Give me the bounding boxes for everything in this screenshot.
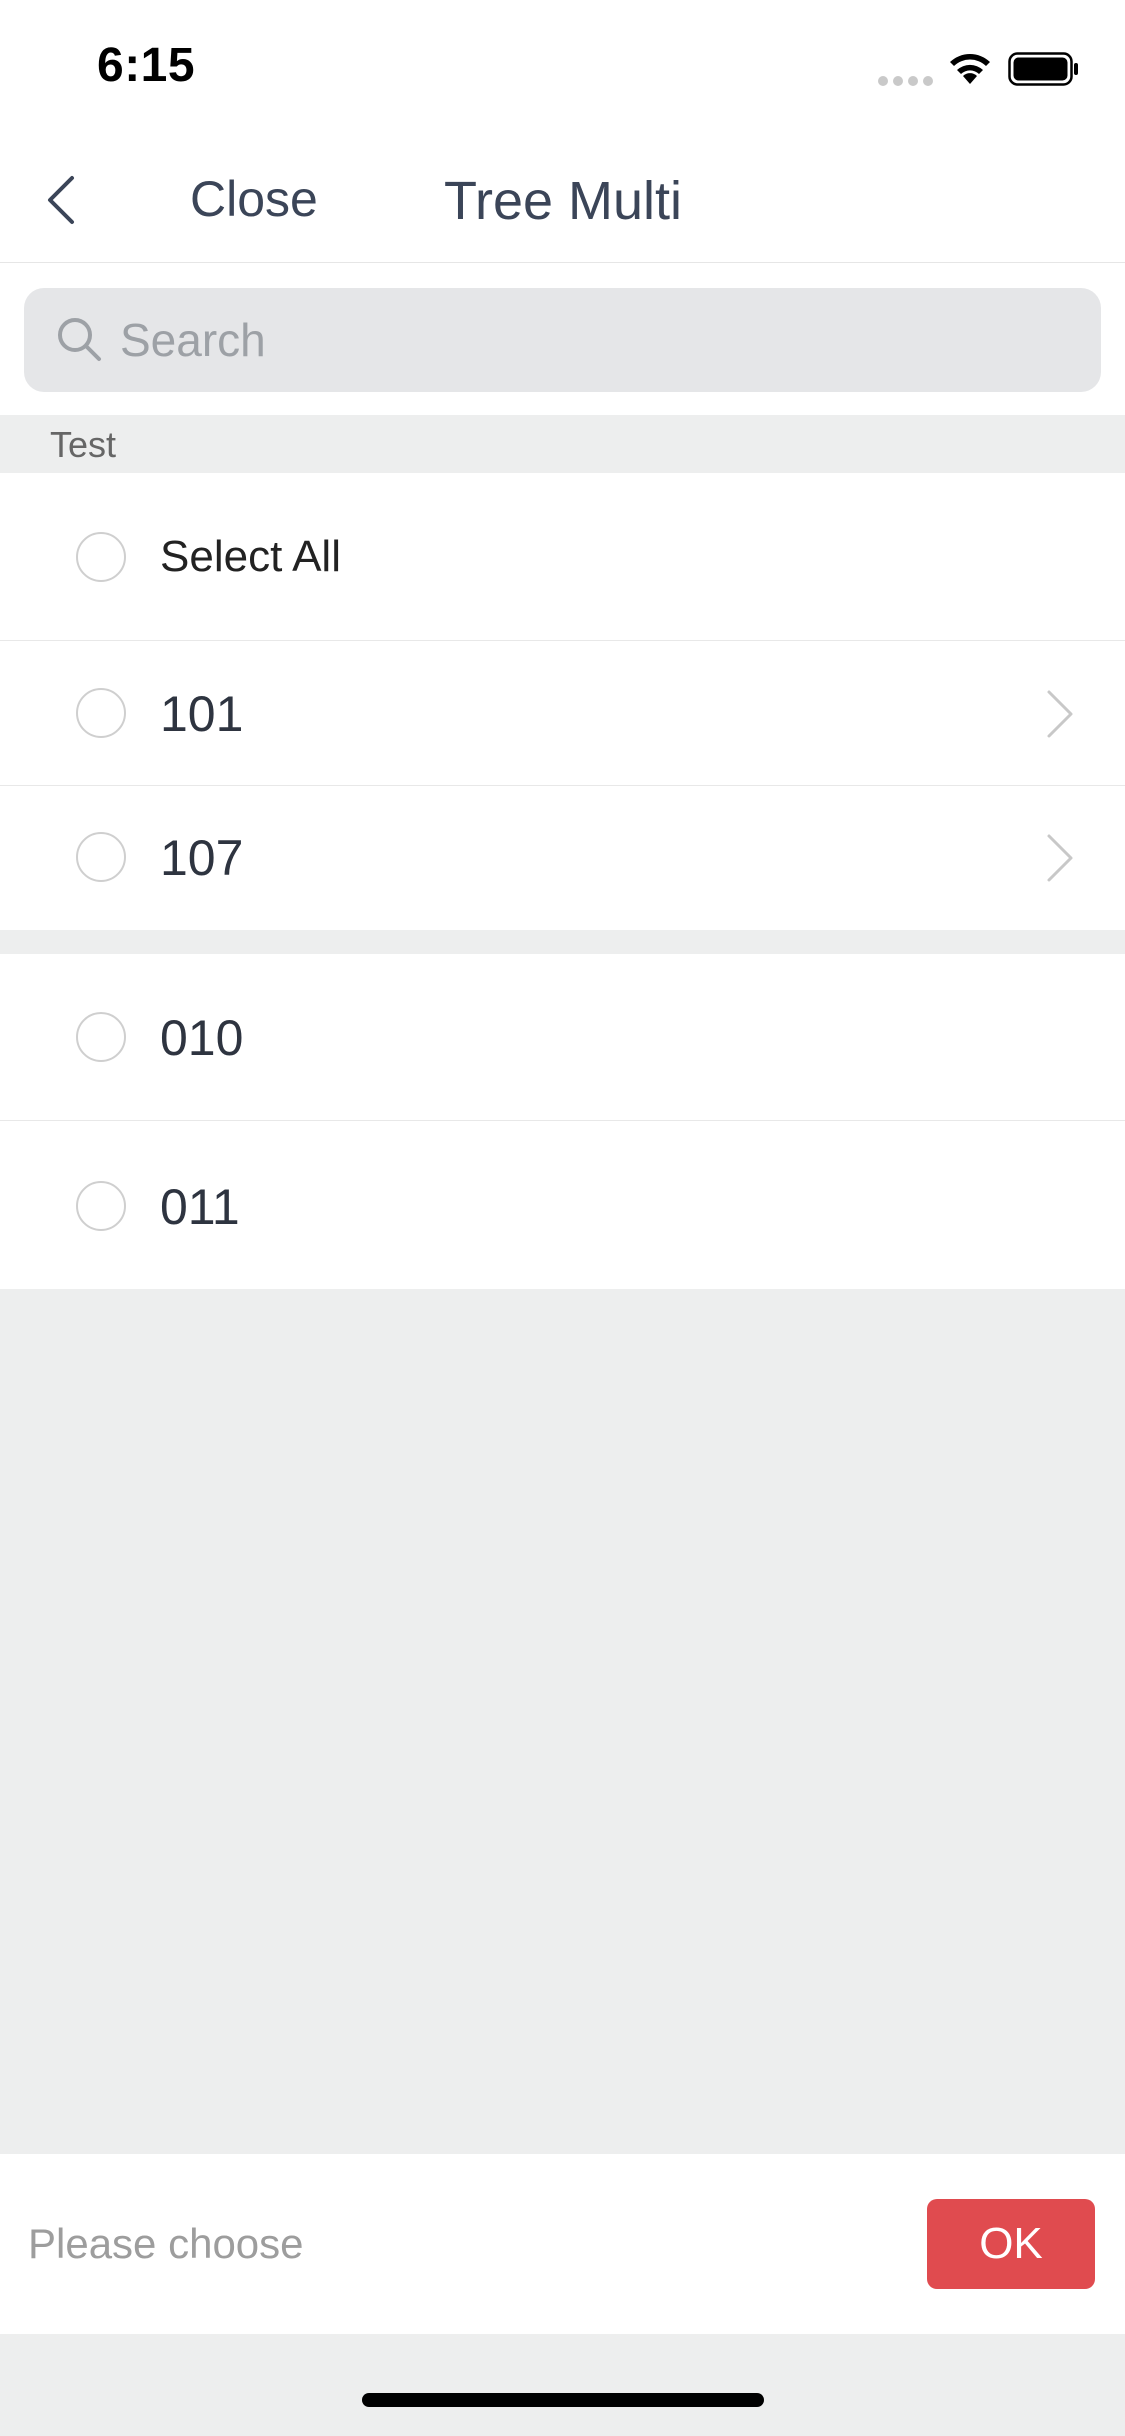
search-icon	[58, 318, 101, 361]
select-all-label: Select All	[160, 532, 341, 581]
chevron-right-icon[interactable]	[1045, 832, 1075, 884]
item-radio[interactable]	[76, 1181, 126, 1231]
section-header	[0, 415, 1125, 473]
status-time: 6:15	[97, 39, 196, 92]
search-input[interactable]	[120, 300, 1080, 380]
ok-button[interactable]: OK	[927, 2199, 1095, 2289]
chevron-right-icon[interactable]	[1045, 688, 1075, 740]
page-title: Tree Multi	[444, 171, 683, 231]
section-gap	[0, 930, 1125, 954]
item-radio[interactable]	[76, 1012, 126, 1062]
chevron-left-icon[interactable]	[40, 172, 86, 228]
item-radio[interactable]	[76, 688, 126, 738]
signal-icon	[878, 76, 933, 86]
battery-icon	[1008, 52, 1078, 86]
item-label: 011	[160, 1179, 240, 1235]
home-indicator	[362, 2393, 764, 2407]
selection-summary: Please choose	[28, 2220, 304, 2267]
section-label: Test	[50, 424, 117, 465]
wifi-icon	[950, 54, 990, 84]
item-label: 107	[160, 830, 244, 886]
item-label: 101	[160, 686, 244, 742]
item-radio[interactable]	[76, 832, 126, 882]
close-button[interactable]: Close	[190, 170, 318, 228]
item-label: 010	[160, 1010, 244, 1066]
select-all-radio[interactable]	[76, 532, 126, 582]
